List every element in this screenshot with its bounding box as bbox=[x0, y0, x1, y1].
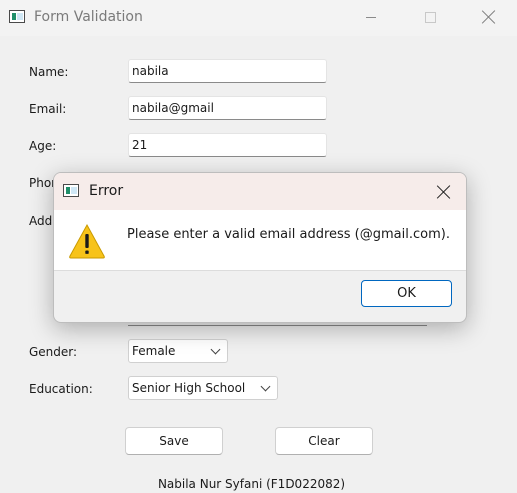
close-icon bbox=[437, 185, 451, 199]
ok-button[interactable]: OK bbox=[361, 280, 452, 307]
title-bar[interactable]: Form Validation bbox=[0, 0, 517, 36]
age-label: Age: bbox=[29, 139, 57, 153]
email-label: Email: bbox=[29, 102, 67, 116]
dialog-app-icon bbox=[63, 184, 79, 197]
education-label: Education: bbox=[29, 382, 93, 396]
gender-select[interactable]: Female bbox=[128, 339, 228, 363]
app-window-icon bbox=[9, 10, 25, 23]
dialog-divider bbox=[54, 270, 466, 271]
window-title: Form Validation bbox=[34, 9, 143, 25]
footer-credit: Nabila Nur Syfani (F1D022082) bbox=[157, 477, 346, 491]
maximize-button[interactable] bbox=[407, 0, 453, 34]
education-select[interactable]: Senior High School bbox=[128, 376, 278, 400]
chevron-down-icon bbox=[260, 381, 271, 392]
chevron-down-icon bbox=[210, 344, 221, 355]
name-label: Name: bbox=[29, 65, 69, 79]
age-input[interactable]: 21 bbox=[128, 133, 327, 157]
save-button[interactable]: Save bbox=[125, 427, 223, 455]
warning-icon bbox=[69, 223, 105, 259]
dialog-message: Please enter a valid email address (@gma… bbox=[127, 227, 450, 242]
name-input[interactable]: nabila bbox=[128, 59, 327, 83]
gender-selected-value: Female bbox=[132, 344, 176, 358]
dialog-title: Error bbox=[89, 183, 124, 199]
gender-label: Gender: bbox=[29, 345, 78, 359]
minimize-icon bbox=[366, 16, 376, 18]
dialog-body: Please enter a valid email address (@gma… bbox=[54, 210, 466, 270]
close-window-button[interactable] bbox=[466, 0, 512, 34]
close-icon bbox=[482, 10, 496, 24]
error-dialog: Error Please enter a valid email address… bbox=[53, 172, 467, 323]
dialog-title-bar[interactable]: Error bbox=[54, 173, 466, 210]
clear-button[interactable]: Clear bbox=[275, 427, 373, 455]
minimize-button[interactable] bbox=[348, 0, 394, 34]
education-selected-value: Senior High School bbox=[132, 381, 246, 395]
email-input[interactable]: nabila@gmail bbox=[128, 96, 327, 120]
maximize-icon bbox=[424, 11, 436, 23]
dialog-close-button[interactable] bbox=[427, 178, 461, 206]
